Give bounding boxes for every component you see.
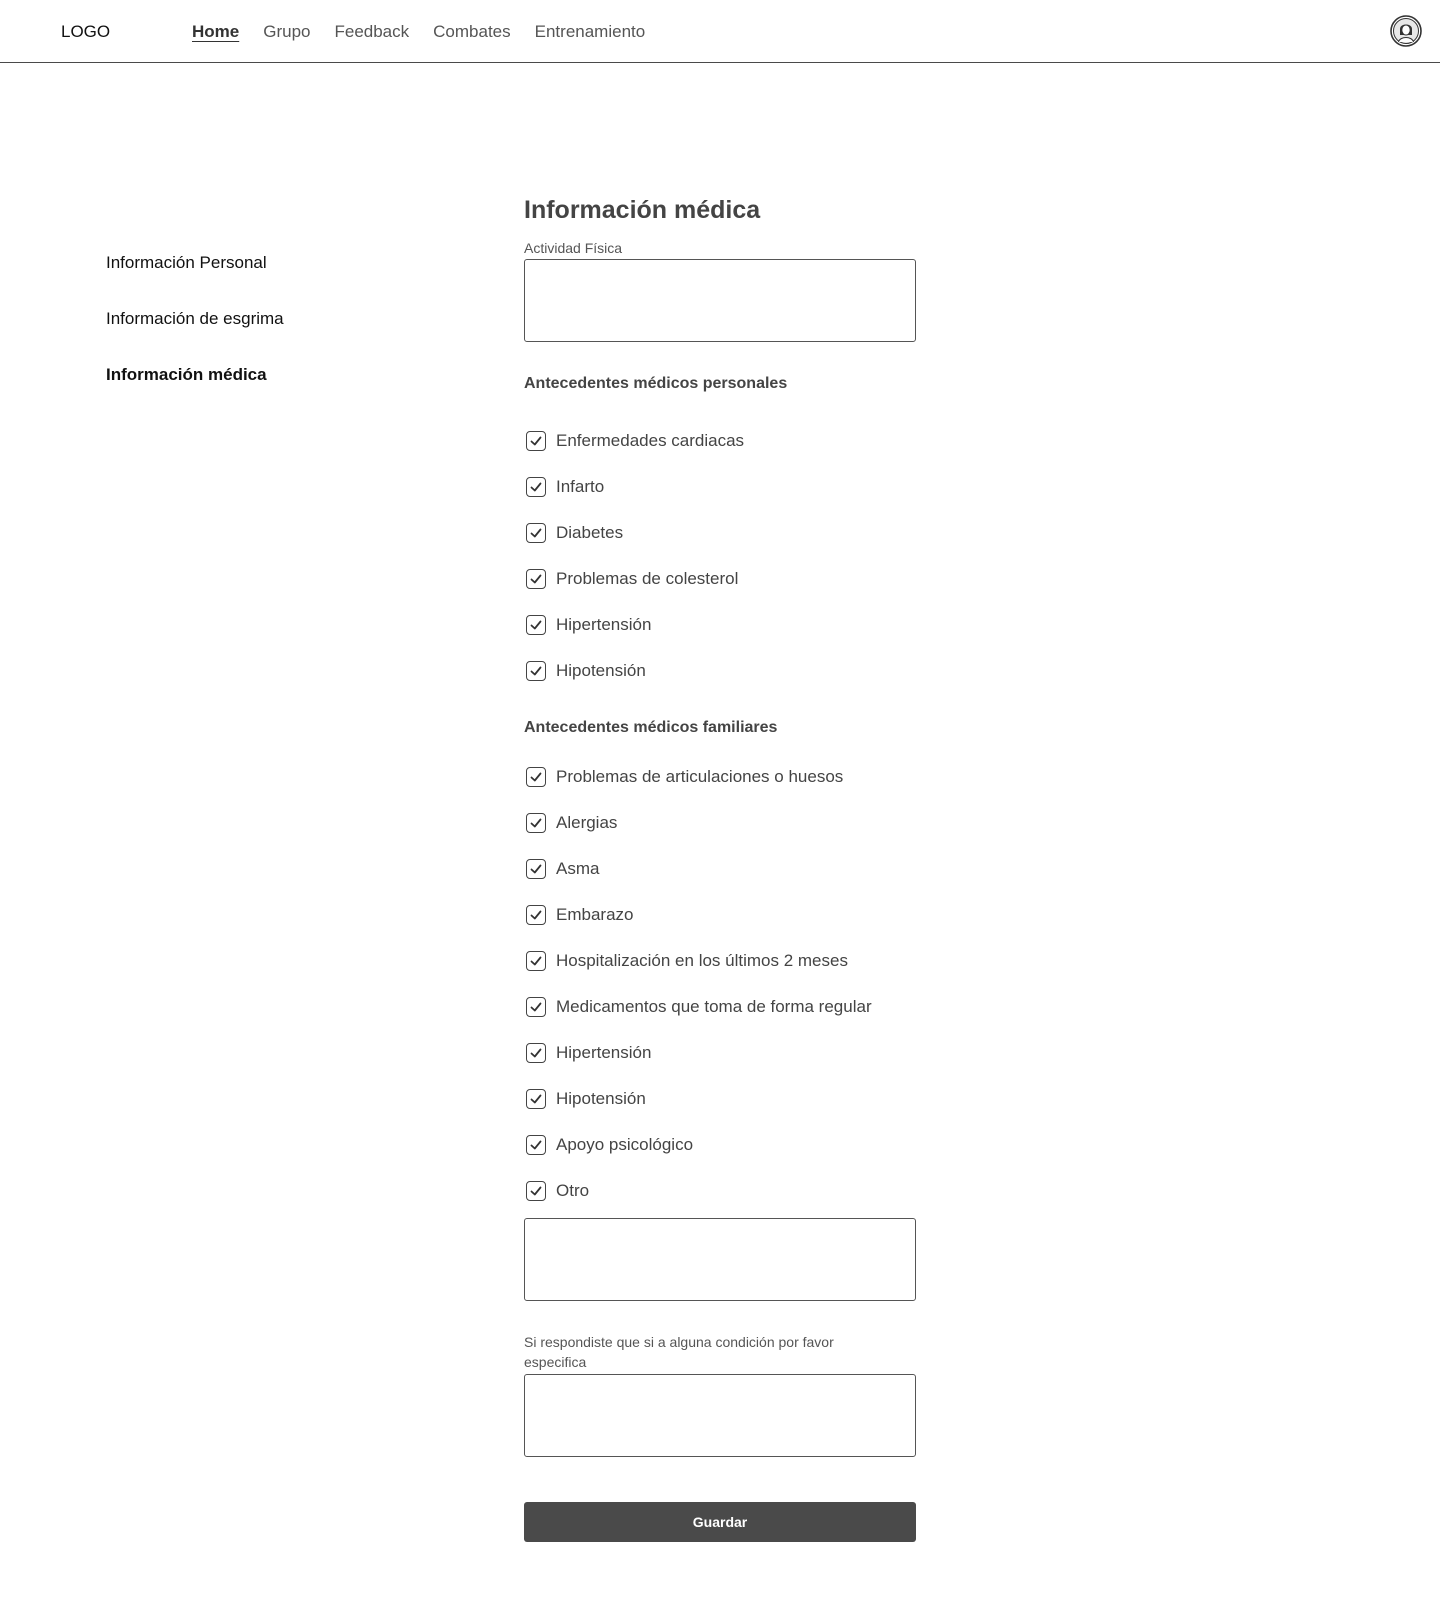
- checkmark-icon: [530, 666, 542, 676]
- specify-textarea[interactable]: [524, 1374, 916, 1457]
- checkbox[interactable]: [526, 1043, 546, 1063]
- family-checkbox-row[interactable]: Embarazo: [524, 892, 916, 938]
- checkbox[interactable]: [526, 1089, 546, 1109]
- checkmark-icon: [530, 910, 542, 920]
- physical-activity-label: Actividad Física: [524, 240, 623, 256]
- checkbox-label: Hipotensión: [556, 1089, 646, 1108]
- personal-checkbox-row[interactable]: Problemas de colesterol: [524, 556, 916, 602]
- checkbox-label: Hipertensión: [556, 615, 652, 634]
- checkbox-label: Apoyo psicológico: [556, 1135, 694, 1154]
- checkmark-icon: [530, 1186, 542, 1196]
- checkbox-label: Hipotensión: [556, 661, 646, 680]
- checkmark-icon: [530, 1048, 542, 1058]
- personal-history-heading: Antecedentes médicos personales: [524, 375, 788, 392]
- nav-combates[interactable]: Combates: [433, 22, 510, 42]
- nav-grupo[interactable]: Grupo: [263, 22, 310, 42]
- physical-activity-textarea[interactable]: [524, 259, 916, 342]
- checkbox-label: Diabetes: [556, 523, 624, 542]
- personal-checkbox-row[interactable]: Enfermedades cardiacas: [524, 418, 916, 464]
- family-history-heading: Antecedentes médicos familiares: [524, 719, 778, 736]
- page-title: Información médica: [524, 196, 761, 224]
- medical-info-form: Información médica Actividad Física Ante…: [524, 190, 916, 1542]
- checkmark-icon: [530, 436, 542, 446]
- checkmark-icon: [530, 818, 542, 828]
- save-button[interactable]: Guardar: [524, 1502, 916, 1542]
- family-checkbox-row[interactable]: Otro: [524, 1168, 916, 1214]
- checkmark-icon: [530, 864, 542, 874]
- family-checkbox-row[interactable]: Asma: [524, 846, 916, 892]
- checkbox[interactable]: [526, 615, 546, 635]
- checkbox[interactable]: [526, 431, 546, 451]
- checkmark-icon: [530, 620, 542, 630]
- family-checkbox-row[interactable]: Apoyo psicológico: [524, 1122, 916, 1168]
- checkbox[interactable]: [526, 951, 546, 971]
- checkbox[interactable]: [526, 523, 546, 543]
- checkbox-label: Otro: [556, 1181, 590, 1200]
- checkbox[interactable]: [526, 813, 546, 833]
- checkbox-label: Infarto: [556, 477, 605, 496]
- checkbox-label: Medicamentos que toma de forma regular: [556, 997, 872, 1016]
- specify-label: Si respondiste que si a alguna condición…: [524, 1334, 834, 1370]
- checkbox[interactable]: [526, 905, 546, 925]
- user-avatar-icon[interactable]: [1390, 15, 1422, 47]
- family-checkbox-row[interactable]: Hipotensión: [524, 1076, 916, 1122]
- sidebar-item-fencing-info[interactable]: Información de esgrima: [106, 309, 284, 365]
- personal-checkbox-row[interactable]: Hipotensión: [524, 648, 916, 694]
- nav-home[interactable]: Home: [192, 22, 239, 42]
- checkmark-icon: [530, 956, 542, 966]
- checkmark-icon: [530, 1094, 542, 1104]
- checkbox[interactable]: [526, 477, 546, 497]
- nav-entrenamiento[interactable]: Entrenamiento: [535, 22, 646, 42]
- checkmark-icon: [530, 574, 542, 584]
- family-checkbox-row[interactable]: Alergias: [524, 800, 916, 846]
- settings-sidebar: Información Personal Información de esgr…: [106, 253, 284, 421]
- other-condition-textarea[interactable]: [524, 1218, 916, 1301]
- sidebar-item-medical-info[interactable]: Información médica: [106, 365, 284, 421]
- checkmark-icon: [530, 1140, 542, 1150]
- checkbox-label: Hipertensión: [556, 1043, 652, 1062]
- nav-feedback[interactable]: Feedback: [334, 22, 409, 42]
- checkbox[interactable]: [526, 767, 546, 787]
- checkbox[interactable]: [526, 859, 546, 879]
- logo[interactable]: LOGO: [61, 22, 110, 42]
- family-checkbox-row[interactable]: Medicamentos que toma de forma regular: [524, 984, 916, 1030]
- checkbox-label: Problemas de articulaciones o huesos: [556, 767, 844, 786]
- checkbox[interactable]: [526, 569, 546, 589]
- checkbox-label: Problemas de colesterol: [556, 569, 739, 588]
- sidebar-item-personal-info[interactable]: Información Personal: [106, 253, 284, 309]
- checkbox-label: Asma: [556, 859, 600, 878]
- personal-checkbox-row[interactable]: Infarto: [524, 464, 916, 510]
- checkbox-label: Embarazo: [556, 905, 634, 924]
- family-history-list: Problemas de articulaciones o huesos Ale…: [524, 754, 916, 1214]
- checkmark-icon: [530, 1002, 542, 1012]
- checkmark-icon: [530, 482, 542, 492]
- checkmark-icon: [530, 772, 542, 782]
- checkbox[interactable]: [526, 997, 546, 1017]
- top-navbar: LOGO Home Grupo Feedback Combates Entren…: [0, 0, 1440, 63]
- checkbox[interactable]: [526, 661, 546, 681]
- checkbox-label: Hospitalización en los últimos 2 meses: [556, 951, 848, 970]
- checkmark-icon: [530, 528, 542, 538]
- family-checkbox-row[interactable]: Problemas de articulaciones o huesos: [524, 754, 916, 800]
- checkbox[interactable]: [526, 1181, 546, 1201]
- personal-checkbox-row[interactable]: Hipertensión: [524, 602, 916, 648]
- checkbox[interactable]: [526, 1135, 546, 1155]
- personal-checkbox-row[interactable]: Diabetes: [524, 510, 916, 556]
- family-checkbox-row[interactable]: Hipertensión: [524, 1030, 916, 1076]
- personal-history-list: Enfermedades cardiacas Infarto Diabetes …: [524, 418, 916, 694]
- checkbox-label: Alergias: [556, 813, 618, 832]
- family-checkbox-row[interactable]: Hospitalización en los últimos 2 meses: [524, 938, 916, 984]
- main-nav: Home Grupo Feedback Combates Entrenamien…: [192, 22, 645, 42]
- checkbox-label: Enfermedades cardiacas: [556, 431, 745, 450]
